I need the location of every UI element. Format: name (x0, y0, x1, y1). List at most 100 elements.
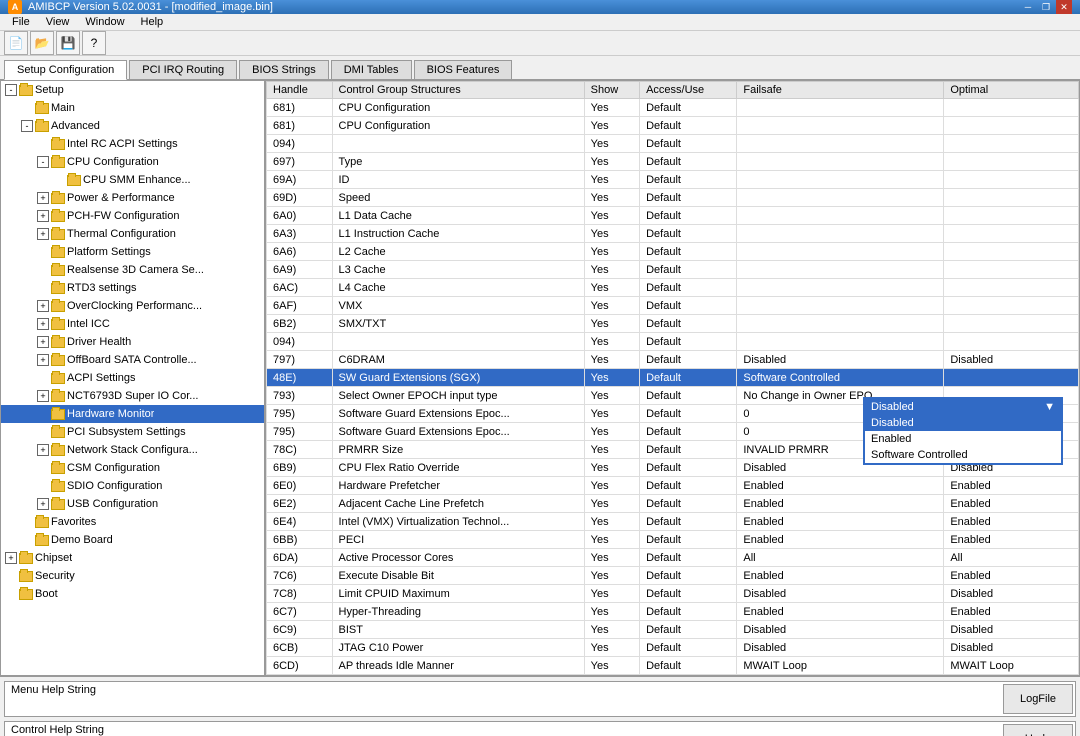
table-row[interactable]: 69D)SpeedYesDefault (267, 189, 1079, 207)
tree-node-cpu-config[interactable]: -CPU Configuration (1, 153, 264, 171)
table-row[interactable]: 681)CPU ConfigurationYesDefault (267, 99, 1079, 117)
tab-setup-configuration[interactable]: Setup Configuration (4, 60, 127, 80)
tab-dmi-tables[interactable]: DMI Tables (331, 60, 412, 79)
table-row[interactable]: 6C7)Hyper-ThreadingYesDefaultEnabledEnab… (267, 603, 1079, 621)
tree-node-sdio[interactable]: SDIO Configuration (1, 477, 264, 495)
table-row[interactable]: 48E)SW Guard Extensions (SGX)YesDefaultS… (267, 369, 1079, 387)
table-row[interactable]: 6B2)SMX/TXTYesDefault (267, 315, 1079, 333)
expander-power-perf[interactable]: + (37, 192, 49, 204)
tree-node-offboard-sata[interactable]: +OffBoard SATA Controlle... (1, 351, 264, 369)
tree-node-driver-health[interactable]: +Driver Health (1, 333, 264, 351)
table-row[interactable]: 6AC)L4 CacheYesDefault (267, 279, 1079, 297)
tree-node-favorites[interactable]: Favorites (1, 513, 264, 531)
tree-node-rtd3[interactable]: RTD3 settings (1, 279, 264, 297)
table-row[interactable]: 6E4)Intel (VMX) Virtualization Technol..… (267, 513, 1079, 531)
tree-node-cpu-smm[interactable]: CPU SMM Enhance... (1, 171, 264, 189)
minimize-button[interactable]: ─ (1020, 0, 1036, 14)
expander-usb[interactable]: + (37, 498, 49, 510)
table-row[interactable]: 6A0)L1 Data CacheYesDefault (267, 207, 1079, 225)
table-row[interactable]: 69A)IDYesDefault (267, 171, 1079, 189)
tree-node-realsense[interactable]: Realsense 3D Camera Se... (1, 261, 264, 279)
table-row[interactable]: 6A6)L2 CacheYesDefault (267, 243, 1079, 261)
expander-advanced[interactable]: - (21, 120, 33, 132)
tree-node-hardware-monitor[interactable]: Hardware Monitor (1, 405, 264, 423)
table-cell-r13-c5 (944, 333, 1079, 351)
expander-driver-health[interactable]: + (37, 336, 49, 348)
table-row[interactable]: 6BB)PECIYesDefaultEnabledEnabled (267, 531, 1079, 549)
tree-node-demo-board[interactable]: Demo Board (1, 531, 264, 549)
new-button[interactable]: 📄 (4, 31, 28, 55)
table-row[interactable]: 6C9)BISTYesDefaultDisabledDisabled (267, 621, 1079, 639)
expander-cpu-config[interactable]: - (37, 156, 49, 168)
tree-node-intel-icc[interactable]: +Intel ICC (1, 315, 264, 333)
table-row[interactable]: 094)YesDefault (267, 333, 1079, 351)
expander-intel-icc[interactable]: + (37, 318, 49, 330)
dropdown-item-enabled[interactable]: Enabled (865, 431, 1061, 447)
tree-node-pci-subsystem[interactable]: PCI Subsystem Settings (1, 423, 264, 441)
tree-node-security[interactable]: Security (1, 567, 264, 585)
dropdown-item-disabled[interactable]: Disabled (865, 415, 1061, 431)
table-row[interactable]: 6AF)VMXYesDefault (267, 297, 1079, 315)
folder-icon-cpu-smm (67, 175, 81, 186)
folder-icon-hardware-monitor (51, 409, 65, 420)
table-row[interactable]: 6CD)AP threads Idle MannerYesDefaultMWAI… (267, 657, 1079, 675)
menu-file[interactable]: File (4, 14, 38, 30)
tree-panel[interactable]: -SetupMain-AdvancedIntel RC ACPI Setting… (1, 81, 266, 675)
table-cell-r18-c2: Yes (584, 423, 639, 441)
tab-pci-irq-routing[interactable]: PCI IRQ Routing (129, 60, 237, 79)
tree-node-advanced[interactable]: -Advanced (1, 117, 264, 135)
close-button[interactable]: ✕ (1056, 0, 1072, 14)
table-cell-r20-c2: Yes (584, 459, 639, 477)
tab-bios-strings[interactable]: BIOS Strings (239, 60, 329, 79)
tree-node-platform[interactable]: Platform Settings (1, 243, 264, 261)
tree-node-pch-fw[interactable]: +PCH-FW Configuration (1, 207, 264, 225)
table-row[interactable]: 6CB)JTAG C10 PowerYesDefaultDisabledDisa… (267, 639, 1079, 657)
tree-node-chipset[interactable]: +Chipset (1, 549, 264, 567)
dropdown-arrow[interactable]: ▼ (1044, 401, 1055, 413)
logfile-button[interactable]: LogFile (1003, 684, 1073, 714)
expander-chipset[interactable]: + (5, 552, 17, 564)
tree-node-thermal[interactable]: +Thermal Configuration (1, 225, 264, 243)
table-row[interactable]: 094)YesDefault (267, 135, 1079, 153)
table-row[interactable]: 7C6)Execute Disable BitYesDefaultEnabled… (267, 567, 1079, 585)
expander-pch-fw[interactable]: + (37, 210, 49, 222)
table-row[interactable]: 697)TypeYesDefault (267, 153, 1079, 171)
tree-node-intel-rc-acpi[interactable]: Intel RC ACPI Settings (1, 135, 264, 153)
menu-help[interactable]: Help (133, 14, 172, 30)
save-button[interactable]: 💾 (56, 31, 80, 55)
tree-node-power-perf[interactable]: +Power & Performance (1, 189, 264, 207)
dropdown-item-software-controlled[interactable]: Software Controlled (865, 447, 1061, 463)
table-row[interactable]: 6E0)Hardware PrefetcherYesDefaultEnabled… (267, 477, 1079, 495)
expander-network-stack[interactable]: + (37, 444, 49, 456)
tree-node-setup[interactable]: -Setup (1, 81, 264, 99)
table-row[interactable]: 6E2)Adjacent Cache Line PrefetchYesDefau… (267, 495, 1079, 513)
tree-node-acpi-settings[interactable]: ACPI Settings (1, 369, 264, 387)
tree-node-network-stack[interactable]: +Network Stack Configura... (1, 441, 264, 459)
table-row[interactable]: 681)CPU ConfigurationYesDefault (267, 117, 1079, 135)
expander-setup[interactable]: - (5, 84, 17, 96)
table-row[interactable]: 7C8)Limit CPUID MaximumYesDefaultDisable… (267, 585, 1079, 603)
tree-node-main[interactable]: Main (1, 99, 264, 117)
tree-node-nct6793d[interactable]: +NCT6793D Super IO Cor... (1, 387, 264, 405)
expander-nct6793d[interactable]: + (37, 390, 49, 402)
menu-view[interactable]: View (38, 14, 78, 30)
tree-node-csm[interactable]: CSM Configuration (1, 459, 264, 477)
expander-overclocking[interactable]: + (37, 300, 49, 312)
expander-thermal[interactable]: + (37, 228, 49, 240)
expander-offboard-sata[interactable]: + (37, 354, 49, 366)
tree-node-usb[interactable]: +USB Configuration (1, 495, 264, 513)
tree-node-overclocking[interactable]: +OverClocking Performanc... (1, 297, 264, 315)
table-wrapper[interactable]: Handle Control Group Structures Show Acc… (266, 81, 1079, 675)
table-row[interactable]: 6DA)Active Processor CoresYesDefaultAllA… (267, 549, 1079, 567)
table-cell-r20-c3: Default (640, 459, 737, 477)
restore-button[interactable]: ❐ (1038, 0, 1054, 14)
help-button[interactable]: ? (82, 31, 106, 55)
tab-bios-features[interactable]: BIOS Features (414, 60, 513, 79)
tree-node-boot[interactable]: Boot (1, 585, 264, 603)
table-row[interactable]: 797)C6DRAMYesDefaultDisabledDisabled (267, 351, 1079, 369)
undo-button[interactable]: Undo (1003, 724, 1073, 736)
menu-window[interactable]: Window (77, 14, 132, 30)
open-button[interactable]: 📂 (30, 31, 54, 55)
table-row[interactable]: 6A9)L3 CacheYesDefault (267, 261, 1079, 279)
table-row[interactable]: 6A3)L1 Instruction CacheYesDefault (267, 225, 1079, 243)
